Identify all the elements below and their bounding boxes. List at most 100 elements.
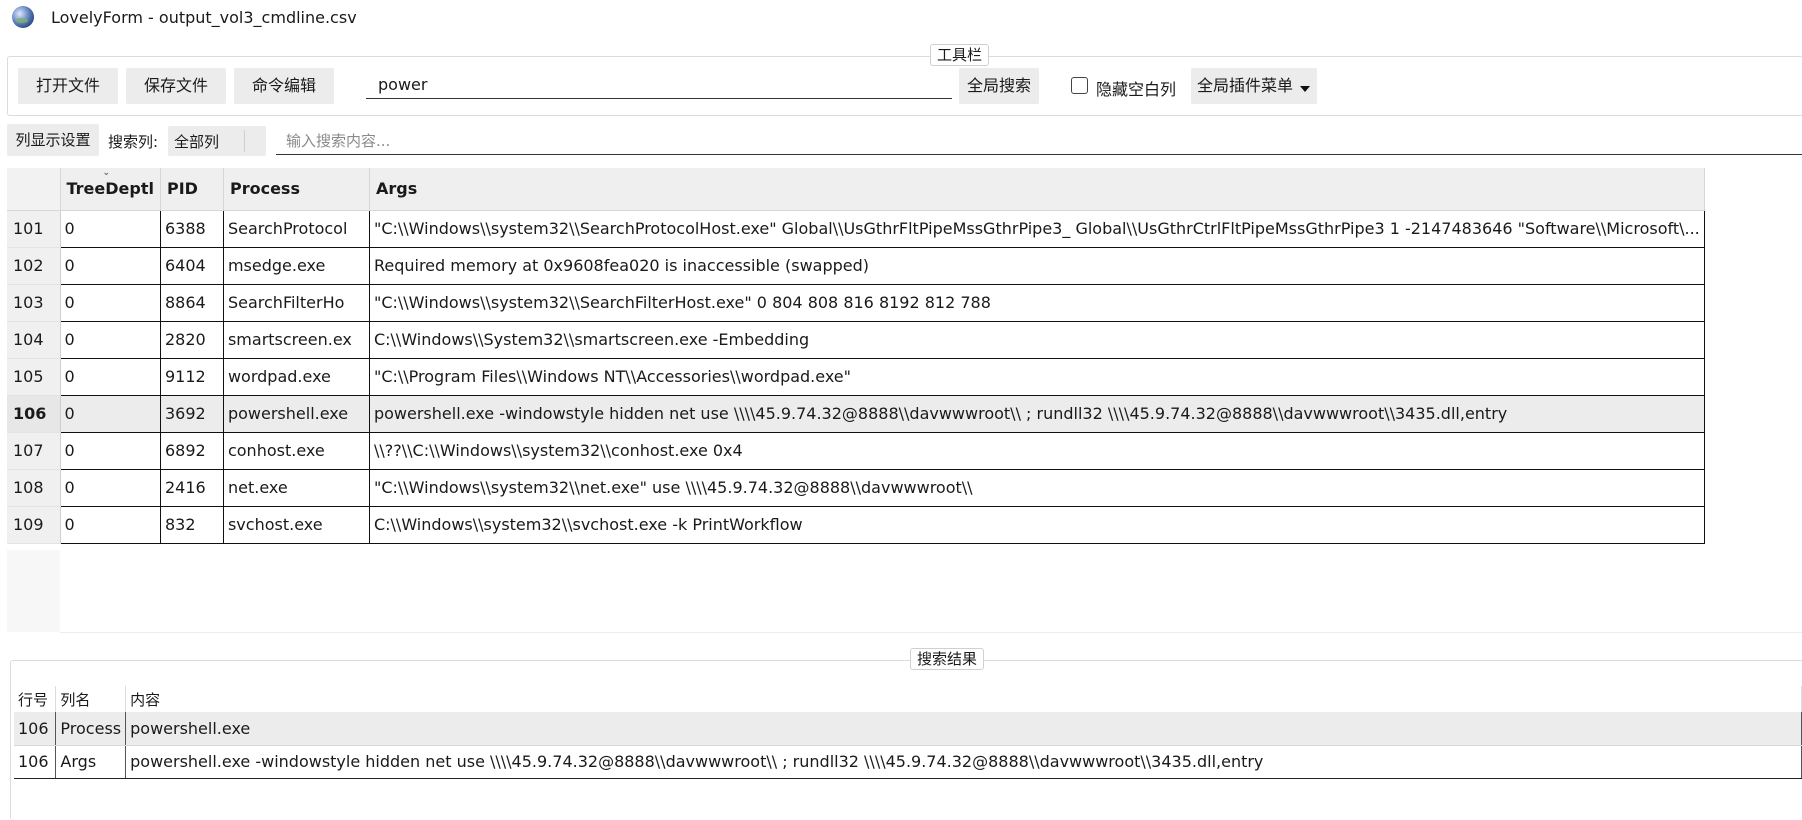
cell-args[interactable]: "C:\\Windows\\system32\\SearchProtocolHo… [369,210,1705,248]
search-results-table: 行号 列名 内容 106 Process powershell.exe 106 Args… [14,686,1802,779]
results-col-column-name[interactable]: 列名 [55,686,127,712]
sort-indicator-icon: ⌄ [102,168,111,178]
cell-treedepth[interactable]: 0 [60,284,161,322]
row-header[interactable]: 108 [7,469,61,507]
cell-treedepth[interactable]: 0 [60,395,161,433]
cell-treedepth[interactable]: 0 [60,358,161,396]
row-header[interactable]: 106 [7,395,61,433]
result-row-number[interactable]: 106 [14,745,57,779]
globe-icon [12,6,34,28]
result-content[interactable]: powershell.exe [125,712,1802,746]
cell-process[interactable]: wordpad.exe [223,358,370,396]
hide-empty-columns-checkbox[interactable] [1071,77,1088,94]
filter-search-input[interactable] [276,128,1802,154]
column-header-process[interactable]: Process [223,168,370,211]
row-header[interactable]: 103 [7,284,61,322]
cell-pid[interactable]: 6892 [160,432,224,470]
column-header-pid[interactable]: PID [160,168,224,211]
table-row[interactable]: 102 0 6404 msedge.exe Required memory at 0x9… [7,247,1705,285]
cell-args[interactable]: C:\\Windows\\system32\\svchost.exe -k Pr… [369,506,1705,544]
column-header-label: Args [375,179,418,199]
search-column-select[interactable]: 全部列 [168,126,266,156]
column-header-label: PID [166,179,198,199]
results-header-row: 行号 列名 内容 [14,686,1802,712]
result-row-number[interactable]: 106 [14,712,57,746]
result-column-name[interactable]: Process [55,712,127,746]
table-row[interactable]: 106 0 3692 powershell.exe powershell.exe -wi… [7,395,1705,433]
global-search-button[interactable]: 全局搜索 [959,68,1039,104]
cell-pid[interactable]: 6404 [160,247,224,285]
row-header[interactable]: 102 [7,247,61,285]
row-header[interactable]: 105 [7,358,61,396]
column-header-args[interactable]: Args [369,168,1705,211]
cell-args[interactable]: C:\\Windows\\System32\\smartscreen.exe -… [369,321,1705,359]
cell-args[interactable]: powershell.exe -windowstyle hidden net u… [369,395,1705,433]
table-corner[interactable] [7,168,61,211]
column-header-label: Process [229,179,300,199]
table-bottom-divider [60,632,1802,633]
cell-args[interactable]: Required memory at 0x9608fea020 is inacc… [369,247,1705,285]
cell-pid[interactable]: 9112 [160,358,224,396]
cell-process[interactable]: svchost.exe [223,506,370,544]
table-row[interactable]: 108 0 2416 net.exe "C:\\Windows\\system32\\n… [7,469,1705,507]
row-header-empty-area [7,550,60,632]
table-row[interactable]: 109 0 832 svchost.exe C:\\Windows\\system32\… [7,506,1705,544]
global-search-field [366,70,952,99]
cell-pid[interactable]: 832 [160,506,224,544]
select-divider [244,130,245,152]
search-column-label: 搜索列: [108,133,159,151]
global-plugins-menu-button[interactable]: 全局插件菜单 [1191,68,1317,104]
cell-process[interactable]: SearchFilterHo [223,284,370,322]
cell-pid[interactable]: 6388 [160,210,224,248]
column-header-treedepth[interactable]: ⌄ TreeDeptl [60,168,161,211]
result-column-name[interactable]: Args [55,745,127,779]
results-col-row-number[interactable]: 行号 [14,686,57,712]
cell-pid[interactable]: 2820 [160,321,224,359]
cell-pid[interactable]: 2416 [160,469,224,507]
cell-treedepth[interactable]: 0 [60,469,161,507]
cell-treedepth[interactable]: 0 [60,247,161,285]
cell-treedepth[interactable]: 0 [60,506,161,544]
table-row[interactable]: 107 0 6892 conhost.exe \\??\\C:\\Windows\\sy… [7,432,1705,470]
result-content[interactable]: powershell.exe -windowstyle hidden net u… [125,745,1802,779]
search-results-title: 搜索结果 [910,648,985,670]
result-row[interactable]: 106 Args powershell.exe -windowstyle hidde… [14,745,1802,779]
data-table: ⌄ TreeDeptl PID Process Args 101 0 6388 Sear… [7,168,1705,544]
cell-pid[interactable]: 8864 [160,284,224,322]
column-display-settings-button[interactable]: 列显示设置 [7,124,99,156]
column-header-label: TreeDeptl [66,179,154,199]
cell-treedepth[interactable]: 0 [60,210,161,248]
results-col-content[interactable]: 内容 [125,686,1802,712]
open-file-button[interactable]: 打开文件 [18,68,118,104]
cell-process[interactable]: conhost.exe [223,432,370,470]
table-row[interactable]: 101 0 6388 SearchProtocol "C:\\Windows\\syst… [7,210,1705,248]
cell-process[interactable]: net.exe [223,469,370,507]
cell-treedepth[interactable]: 0 [60,321,161,359]
table-row[interactable]: 103 0 8864 SearchFilterHo "C:\\Windows\\syst… [7,284,1705,322]
row-header[interactable]: 101 [7,210,61,248]
row-header[interactable]: 104 [7,321,61,359]
cell-args[interactable]: "C:\\Windows\\system32\\SearchFilterHost… [369,284,1705,322]
row-header[interactable]: 107 [7,432,61,470]
save-file-button[interactable]: 保存文件 [126,68,226,104]
table-row[interactable]: 105 0 9112 wordpad.exe "C:\\Program Files\\W… [7,358,1705,396]
cell-args[interactable]: \\??\\C:\\Windows\\system32\\conhost.exe… [369,432,1705,470]
filter-field [276,128,1802,155]
search-column-value: 全部列 [174,133,220,151]
table-row[interactable]: 104 0 2820 smartscreen.ex C:\\Windows\\Syste… [7,321,1705,359]
result-row[interactable]: 106 Process powershell.exe [14,712,1802,746]
cell-process[interactable]: powershell.exe [223,395,370,433]
command-edit-button[interactable]: 命令编辑 [234,68,334,104]
cell-args[interactable]: "C:\\Windows\\system32\\net.exe" use \\\… [369,469,1705,507]
caret-down-icon[interactable] [1300,86,1310,92]
window-title: LovelyForm - output_vol3_cmdline.csv [51,8,357,27]
cell-process[interactable]: smartscreen.ex [223,321,370,359]
cell-process[interactable]: msedge.exe [223,247,370,285]
cell-args[interactable]: "C:\\Program Files\\Windows NT\\Accessor… [369,358,1705,396]
global-search-input[interactable] [366,70,952,98]
row-header[interactable]: 109 [7,506,61,544]
cell-treedepth[interactable]: 0 [60,432,161,470]
hide-empty-columns-label[interactable]: 隐藏空白列 [1096,76,1176,100]
cell-process[interactable]: SearchProtocol [223,210,370,248]
cell-pid[interactable]: 3692 [160,395,224,433]
